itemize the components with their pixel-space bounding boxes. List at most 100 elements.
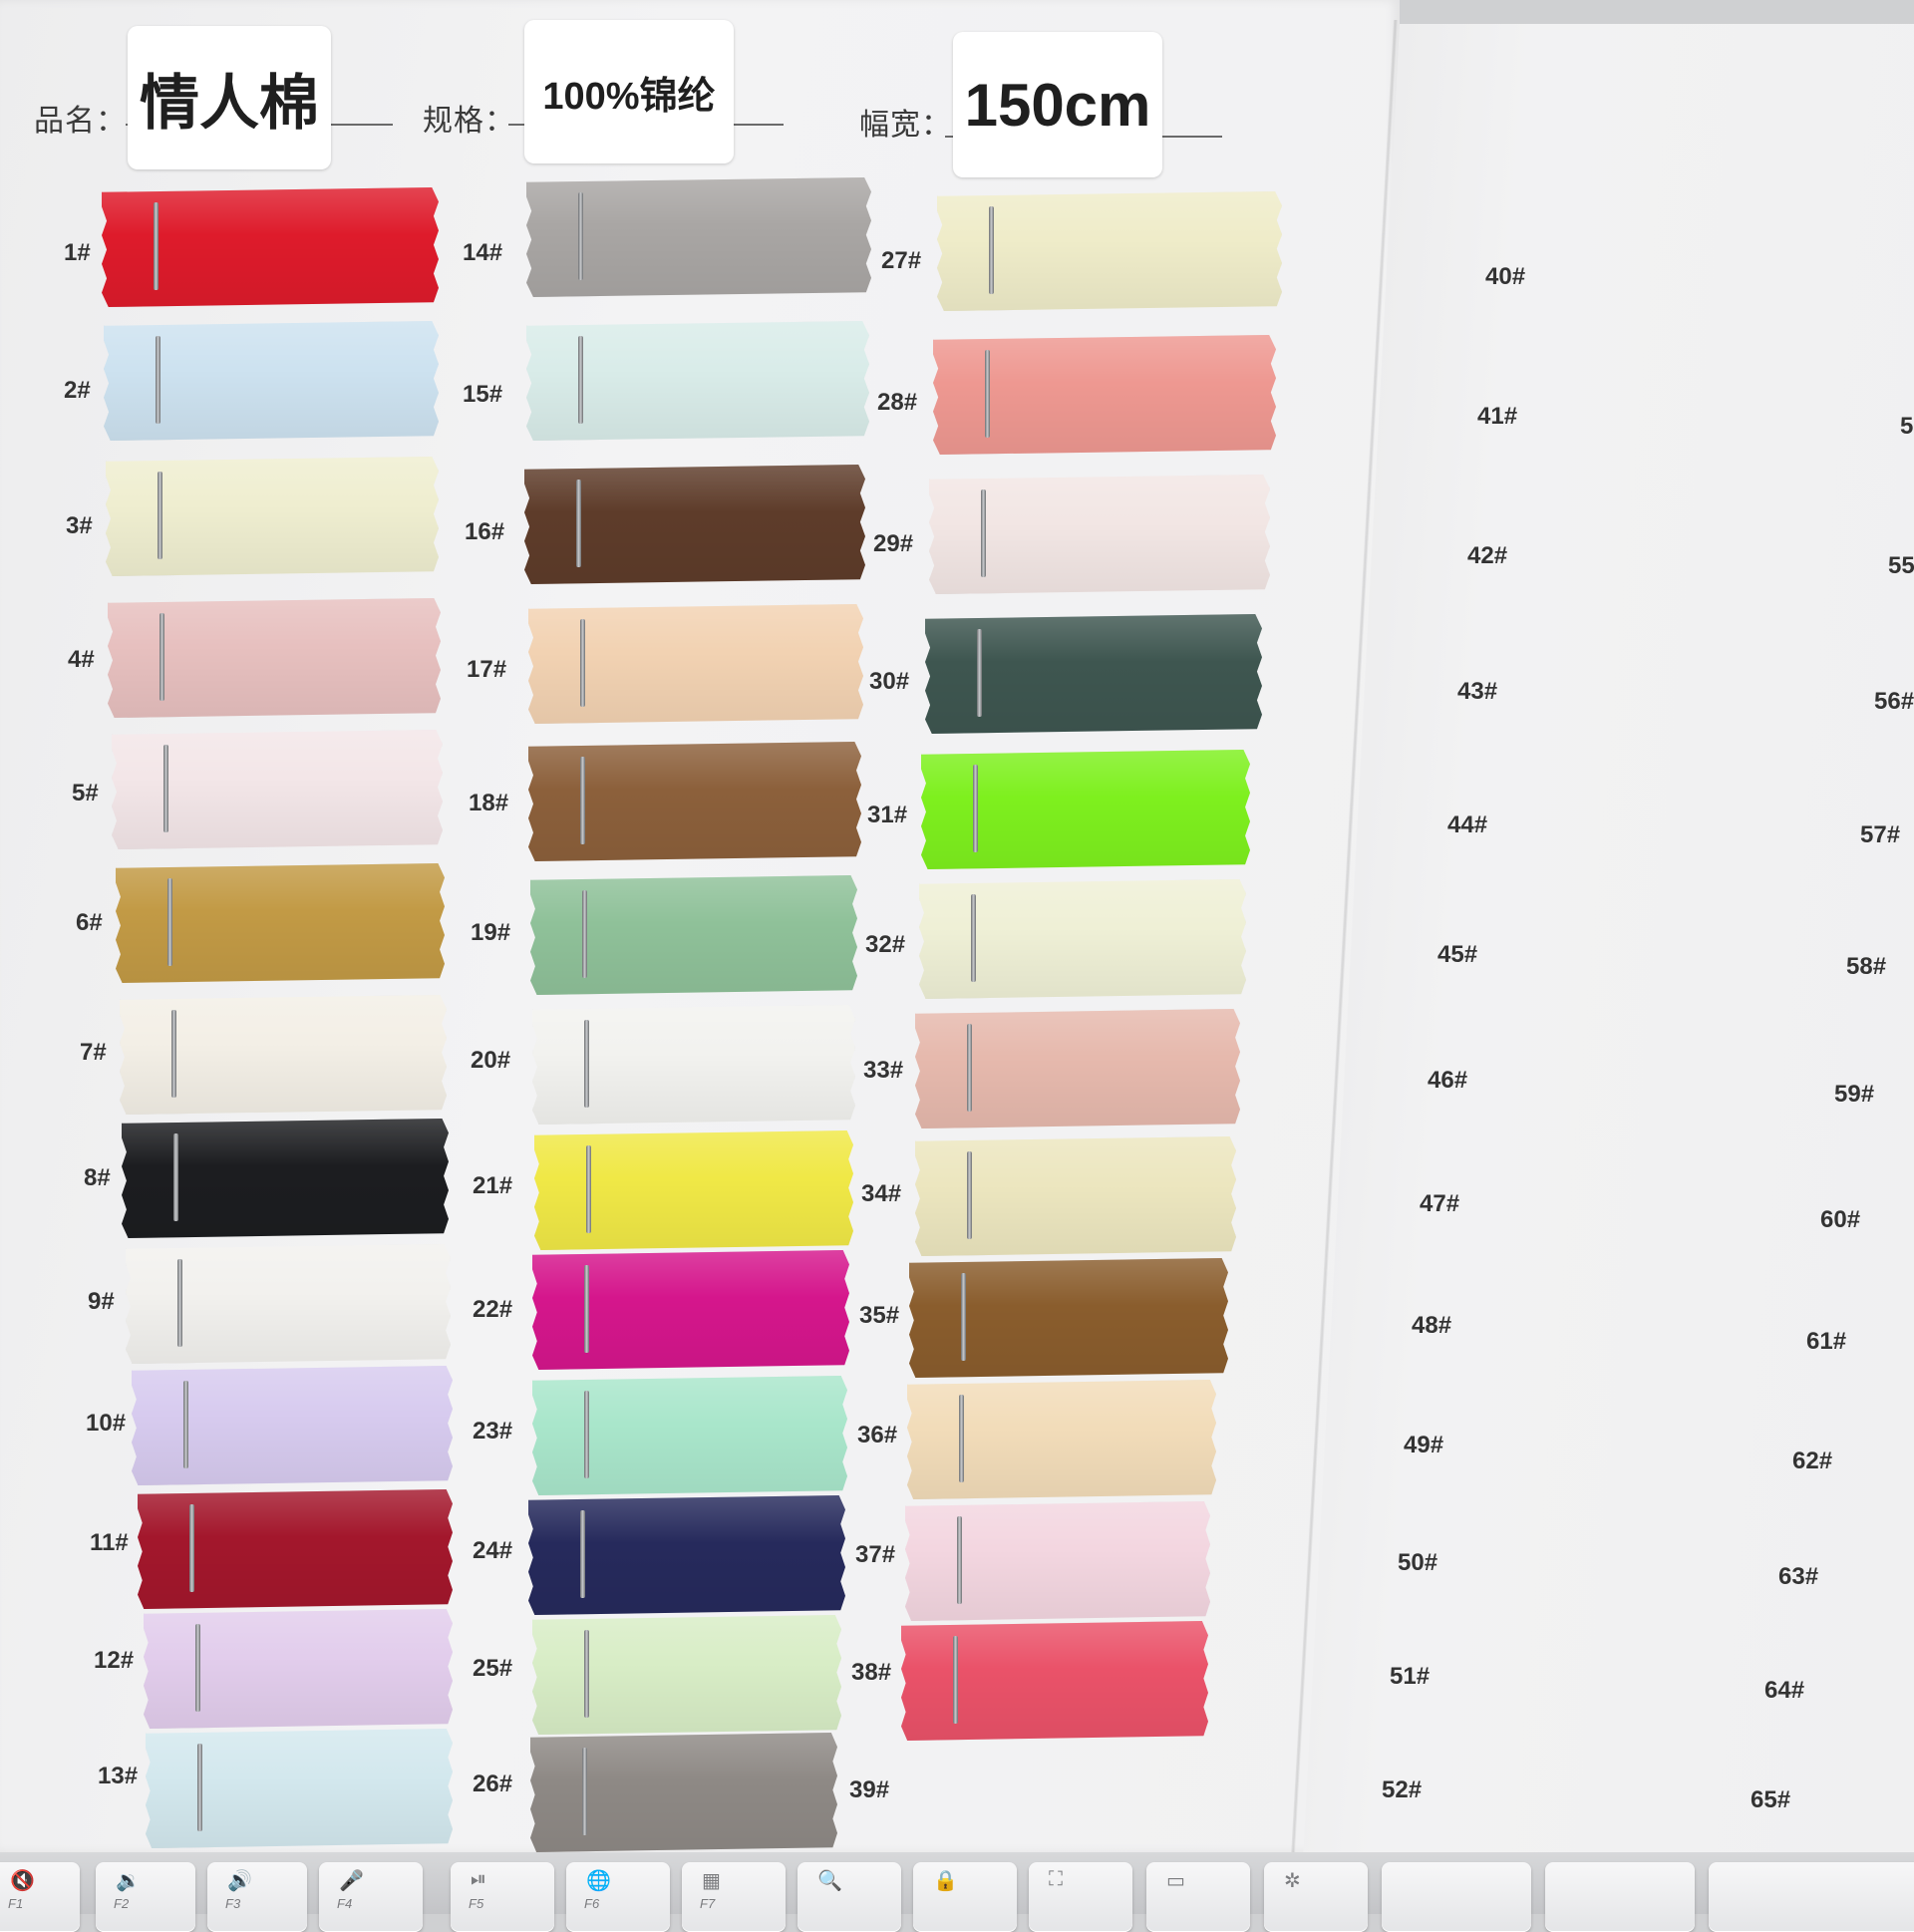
empty-slot-label: 45#: [1437, 941, 1478, 968]
width-label: 幅宽：: [859, 109, 952, 142]
staple: [586, 1145, 591, 1233]
swatch-11: [138, 1489, 453, 1609]
staple: [584, 1630, 589, 1718]
key-window[interactable]: ▭: [1146, 1862, 1250, 1932]
apps-grid-icon: ▦: [702, 1870, 721, 1892]
swatch-26: [530, 1733, 837, 1852]
swatch-label: 39#: [849, 1776, 890, 1803]
swatch-label: 8#: [84, 1164, 111, 1191]
staple: [163, 745, 168, 832]
staple: [578, 336, 583, 424]
key-label: F4: [337, 1896, 353, 1911]
swatch-37: [905, 1501, 1210, 1621]
empty-slot-label: 41#: [1477, 403, 1518, 430]
swatch-34: [915, 1136, 1236, 1256]
empty-slot-label: 63#: [1778, 1563, 1819, 1590]
staple: [953, 1636, 958, 1724]
empty-slot-label: 42#: [1467, 542, 1508, 569]
swatch-label: 31#: [867, 802, 908, 828]
staple: [189, 1504, 194, 1592]
swatch-label: 10#: [86, 1410, 127, 1437]
globe-icon: 🌐: [586, 1870, 611, 1892]
key-play-pause[interactable]: ⏯ F5: [451, 1862, 554, 1932]
staple: [156, 336, 160, 424]
swatch-9: [126, 1244, 451, 1364]
swatch-10: [132, 1366, 453, 1485]
key-label: F2: [114, 1896, 130, 1911]
swatch-25: [532, 1615, 841, 1735]
empty-slot-label: 59#: [1834, 1081, 1875, 1108]
staple: [173, 1133, 178, 1221]
swatch-13: [146, 1729, 453, 1848]
swatch-label: 20#: [471, 1047, 511, 1074]
empty-slot-label: 60#: [1820, 1206, 1861, 1233]
key-apps[interactable]: ▦ F7: [682, 1862, 786, 1932]
staple: [989, 206, 994, 294]
swatch-32: [919, 879, 1246, 999]
key-screenshot[interactable]: ⛶: [1029, 1862, 1132, 1932]
swatch-30: [925, 614, 1262, 734]
key-blank[interactable]: [1709, 1862, 1914, 1932]
empty-slot-label: 65#: [1751, 1786, 1791, 1813]
swatch-1: [102, 187, 439, 307]
swatch-card-right-panel: [1302, 24, 1914, 1878]
empty-slot-label: 44#: [1447, 811, 1488, 838]
key-brightness[interactable]: ✲: [1264, 1862, 1368, 1932]
swatch-21: [534, 1130, 853, 1250]
key-search[interactable]: 🔍: [798, 1862, 901, 1932]
empty-slot-label: 61#: [1806, 1328, 1847, 1355]
staple: [578, 192, 583, 280]
swatch-4: [108, 598, 441, 718]
mic-mute-icon: 🎤: [339, 1870, 364, 1892]
search-icon: 🔍: [817, 1870, 842, 1892]
volume-down-icon: 🔉: [116, 1870, 141, 1892]
key-volume-down[interactable]: 🔉 F2: [96, 1862, 195, 1932]
spec-tag: 100%锦纶: [524, 20, 734, 163]
staple: [197, 1744, 202, 1831]
swatch-28: [933, 335, 1276, 455]
swatch-22: [532, 1250, 849, 1370]
staple: [967, 1151, 972, 1239]
staple: [171, 1010, 176, 1098]
swatch-3: [106, 457, 439, 576]
key-lock[interactable]: 🔒: [913, 1862, 1017, 1932]
swatch-16: [524, 465, 865, 584]
empty-slot-label: 43#: [1457, 678, 1498, 705]
swatch-label: 26#: [473, 1771, 513, 1797]
staple: [580, 1510, 585, 1598]
swatch-24: [528, 1495, 845, 1615]
empty-slot-label: 51#: [1390, 1663, 1431, 1690]
swatch-36: [907, 1380, 1216, 1499]
staple: [183, 1381, 188, 1468]
swatch-23: [532, 1376, 847, 1495]
staple: [985, 350, 990, 438]
swatch-label: 19#: [471, 919, 511, 946]
staple: [967, 1024, 972, 1112]
key-volume-up[interactable]: 🔊 F3: [207, 1862, 307, 1932]
swatch-label: 9#: [88, 1288, 115, 1315]
key-blank[interactable]: [1382, 1862, 1531, 1932]
empty-slot-label: 47#: [1420, 1190, 1460, 1217]
swatch-35: [909, 1258, 1228, 1378]
swatch-label: 34#: [861, 1180, 902, 1207]
staple: [158, 472, 162, 559]
key-globe[interactable]: 🌐 F6: [566, 1862, 670, 1932]
staple: [973, 765, 978, 852]
width-tag: 150cm: [953, 32, 1162, 177]
key-mute[interactable]: 🔇 F1: [0, 1862, 80, 1932]
empty-slot-label: 52#: [1382, 1776, 1423, 1803]
key-label: F7: [700, 1896, 716, 1911]
swatch-label: 11#: [90, 1529, 129, 1556]
key-blank[interactable]: [1545, 1862, 1695, 1932]
empty-slot-label: 56#: [1874, 688, 1914, 715]
staple: [971, 894, 976, 982]
swatch-label: 1#: [64, 239, 91, 266]
staple: [961, 1273, 966, 1361]
swatch-label: 18#: [469, 790, 509, 816]
swatch-label: 33#: [863, 1057, 904, 1084]
key-mic-mute[interactable]: 🎤 F4: [319, 1862, 423, 1932]
swatch-label: 22#: [473, 1296, 513, 1323]
swatch-label: 12#: [94, 1647, 135, 1674]
swatch-label: 32#: [865, 931, 906, 958]
staple: [154, 202, 159, 290]
